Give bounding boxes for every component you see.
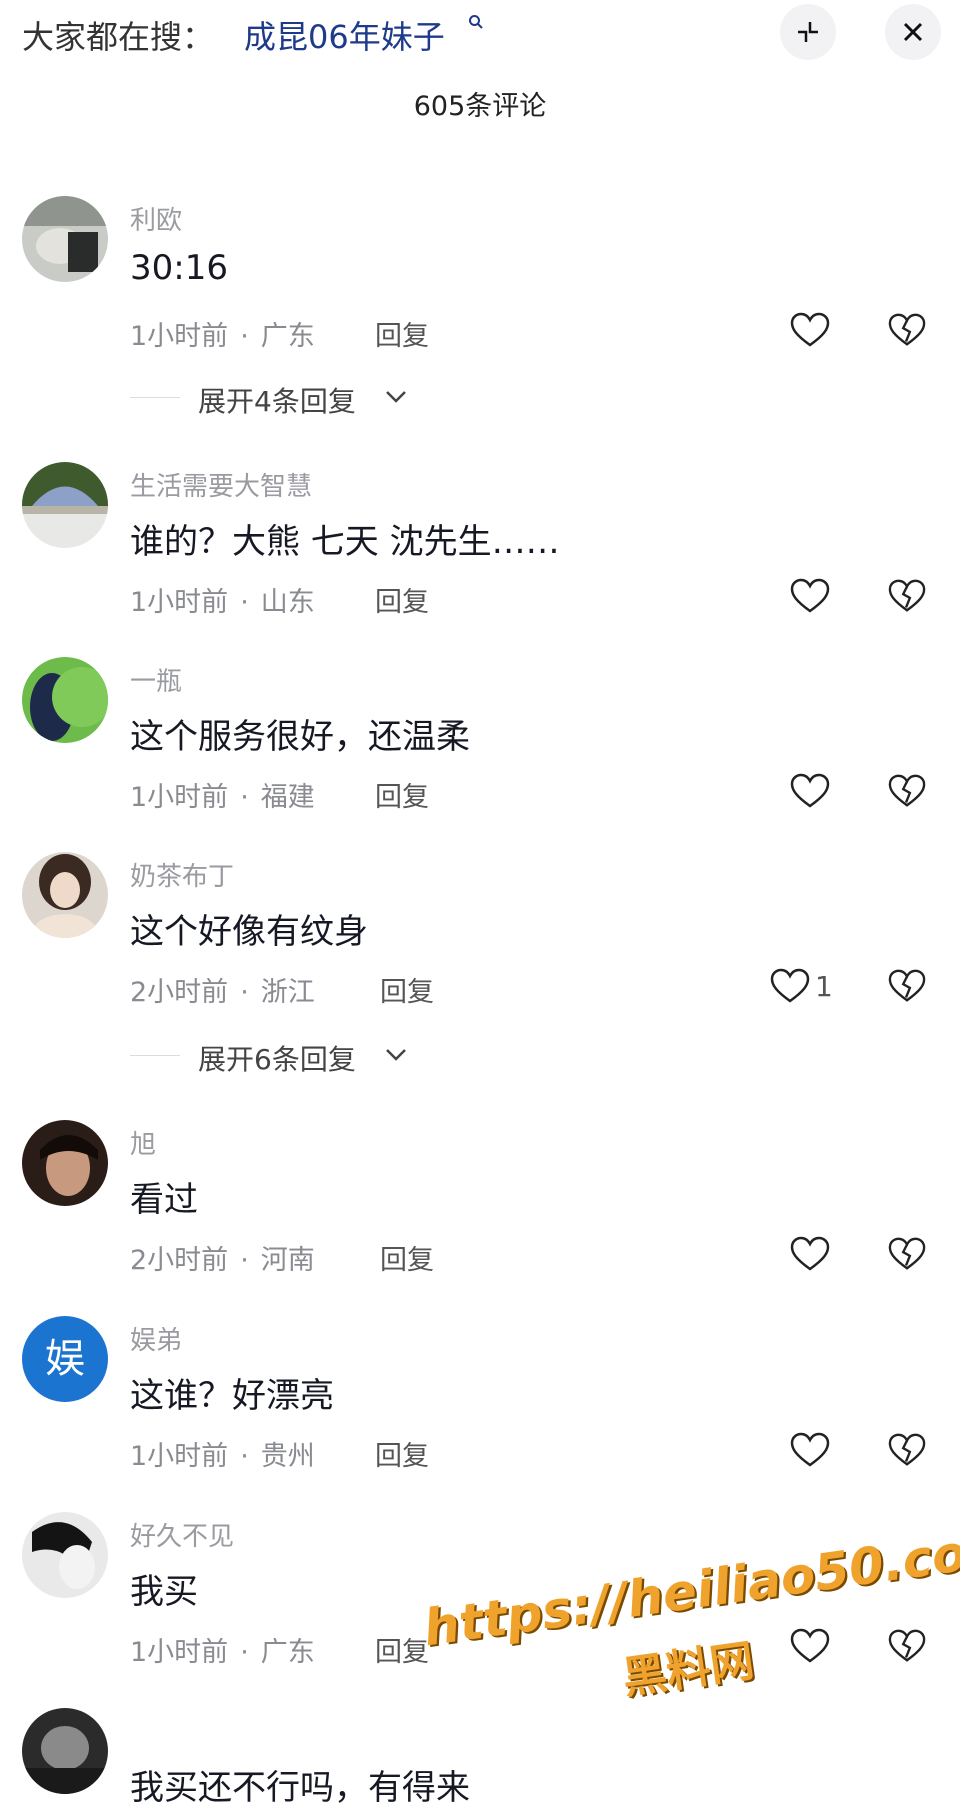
comment-meta: 2小时前 · 河南 (130, 1245, 315, 1276)
expand-replies-label: 展开4条回复 (198, 385, 356, 418)
avatar-initial: 娱 (45, 1336, 85, 1382)
dislike-broken-heart-icon[interactable] (888, 578, 926, 614)
like-heart-icon[interactable] (790, 312, 830, 348)
like-count: 1 (815, 970, 833, 1003)
comment-username[interactable]: 娱弟 (130, 1320, 182, 1357)
comment-username[interactable]: 旭 (130, 1124, 156, 1161)
comment-time: 1小时前 (130, 1441, 229, 1472)
watermark-site-name: 黑料网 (619, 1635, 758, 1705)
comment-count: 605条评论 (413, 91, 547, 122)
expand-replies-label: 展开6条回复 (198, 1043, 356, 1076)
like-heart-icon[interactable] (790, 1236, 830, 1272)
reply-button[interactable]: 回复 (375, 1434, 429, 1473)
comment-time: 1小时前 (130, 1637, 229, 1668)
search-suggestion-prefix: 大家都在搜： (22, 18, 215, 56)
chevron-down-icon (386, 391, 406, 403)
comment-location: 广东 (260, 321, 315, 352)
comment-text: 这个服务很好，还温柔 (130, 717, 470, 757)
comment-item: 一瓶 这个服务很好，还温柔 1小时前 · 福建 回复 (0, 657, 960, 847)
avatar[interactable]: 娱 (22, 1316, 108, 1402)
close-icon (903, 22, 923, 42)
minimize-icon (798, 22, 818, 42)
reply-button[interactable]: 回复 (375, 580, 429, 619)
minimize-button[interactable] (780, 4, 836, 60)
comment-time: 1小时前 (130, 321, 229, 352)
comment-username[interactable]: 一瓶 (130, 661, 182, 698)
comment-meta: 1小时前 · 广东 (130, 321, 315, 352)
comment-text: 看过 (130, 1180, 198, 1220)
dislike-broken-heart-icon[interactable] (888, 1432, 926, 1468)
comment-item: 生活需要大智慧 谁的？大熊 七天 沈先生…… 1小时前 · 山东 回复 (0, 462, 960, 652)
comment-text: 谁的？大熊 七天 沈先生…… (130, 522, 560, 562)
avatar[interactable] (22, 196, 108, 282)
comment-meta: 1小时前 · 山东 (130, 587, 315, 618)
comment-location: 河南 (260, 1245, 315, 1276)
comment-username[interactable]: 利欧 (130, 200, 182, 237)
comment-username[interactable]: 好久不见 (130, 1516, 234, 1553)
expand-replies-button[interactable]: 展开4条回复 (130, 378, 530, 418)
comment-location: 广东 (260, 1637, 315, 1668)
comment-text: 这个好像有纹身 (130, 912, 368, 952)
comment-item: 利欧 30:16 1小时前 · 广东 回复 (0, 196, 960, 386)
dislike-broken-heart-icon[interactable] (888, 773, 926, 809)
comment-meta: 2小时前 · 浙江 (130, 977, 315, 1008)
avatar[interactable] (22, 657, 108, 743)
comment-location: 山东 (260, 587, 315, 618)
comment-item: 奶茶布丁 这个好像有纹身 2小时前 · 浙江 回复 1 (0, 852, 960, 1042)
like-heart-icon[interactable] (790, 773, 830, 809)
chevron-down-icon (386, 1049, 406, 1061)
reply-button[interactable]: 回复 (375, 1630, 429, 1669)
comment-username[interactable]: 生活需要大智慧 (130, 466, 312, 503)
like-heart-icon[interactable] (790, 1432, 830, 1468)
like-heart-icon[interactable] (790, 578, 830, 614)
search-suggestion-term[interactable]: 成昆06年妹子 (244, 12, 445, 58)
comment-text: 30:16 (130, 248, 228, 288)
comment-time: 2小时前 (130, 1245, 229, 1276)
comment-text: 我买 (130, 1572, 198, 1612)
comment-meta: 1小时前 · 福建 (130, 782, 315, 813)
comment-location: 贵州 (260, 1441, 315, 1472)
avatar[interactable] (22, 1120, 108, 1206)
comment-item: 旭 看过 2小时前 · 河南 回复 (0, 1120, 960, 1310)
comment-username[interactable]: 奶茶布丁 (130, 856, 234, 893)
dislike-broken-heart-icon[interactable] (888, 968, 926, 1004)
reply-button[interactable]: 回复 (380, 970, 434, 1009)
like-heart-icon[interactable] (770, 968, 810, 1004)
dislike-broken-heart-icon[interactable] (888, 1236, 926, 1272)
comment-location: 浙江 (260, 977, 315, 1008)
avatar[interactable] (22, 852, 108, 938)
comment-meta: 1小时前 · 贵州 (130, 1441, 315, 1472)
close-button[interactable] (885, 4, 941, 60)
divider (130, 397, 180, 398)
comment-item: 娱 娱弟 这谁？好漂亮 1小时前 · 贵州 回复 (0, 1316, 960, 1506)
dislike-broken-heart-icon[interactable] (888, 312, 926, 348)
reply-button[interactable]: 回复 (375, 775, 429, 814)
reply-button[interactable]: 回复 (375, 314, 429, 353)
avatar[interactable] (22, 1512, 108, 1598)
top-bar: 大家都在搜： 成昆06年妹子 (0, 0, 960, 70)
avatar[interactable] (22, 462, 108, 548)
comment-text: 这谁？好漂亮 (130, 1376, 334, 1416)
comment-location: 福建 (260, 782, 315, 813)
comment-time: 1小时前 (130, 587, 229, 618)
avatar[interactable] (22, 1708, 108, 1794)
comment-time: 1小时前 (130, 782, 229, 813)
comment-time: 2小时前 (130, 977, 229, 1008)
reply-button[interactable]: 回复 (380, 1238, 434, 1277)
search-icon (469, 15, 483, 29)
divider (130, 1055, 180, 1056)
comment-meta: 1小时前 · 广东 (130, 1637, 315, 1668)
expand-replies-button[interactable]: 展开6条回复 (130, 1036, 530, 1076)
